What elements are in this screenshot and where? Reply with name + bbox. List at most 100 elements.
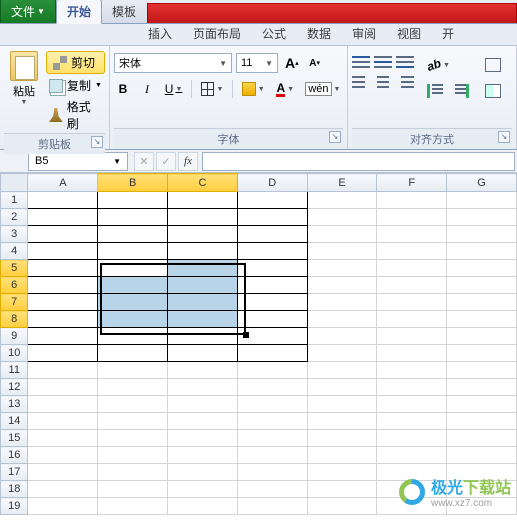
cell[interactable] [98,209,168,226]
tab-red-banner[interactable] [147,3,517,23]
cell[interactable] [307,277,377,294]
cell[interactable] [237,396,307,413]
align-bottom-button[interactable] [396,55,414,69]
cell[interactable] [377,192,447,209]
cell[interactable] [98,294,168,311]
cell[interactable] [168,379,238,396]
cell[interactable] [307,260,377,277]
col-header[interactable]: E [307,174,377,192]
row-header[interactable]: 15 [1,430,28,447]
cell[interactable] [447,243,517,260]
cell[interactable] [447,192,517,209]
cell[interactable] [447,447,517,464]
enter-fx-button[interactable]: ✓ [156,152,176,171]
cell[interactable] [168,430,238,447]
cell[interactable] [98,396,168,413]
align-left-button[interactable] [352,75,370,89]
underline-button[interactable]: U▼ [162,79,185,99]
spreadsheet-grid[interactable]: A B C D E F G 12345678910111213141516171… [0,173,517,515]
cell[interactable] [447,311,517,328]
font-color-button[interactable]: A▼ [274,79,297,99]
dialog-launcher-icon[interactable]: ↘ [91,136,103,148]
cell[interactable] [168,192,238,209]
font-name-combo[interactable]: 宋体 ▼ [114,53,232,73]
format-painter-button[interactable]: 格式刷 [46,97,105,133]
cell[interactable] [28,328,98,345]
cell[interactable] [377,345,447,362]
cell[interactable] [237,209,307,226]
cell[interactable] [237,464,307,481]
cell[interactable] [377,379,447,396]
row-header[interactable]: 3 [1,226,28,243]
cell[interactable] [237,260,307,277]
copy-button[interactable]: 复制 ▼ [46,76,105,95]
chevron-down-icon[interactable]: ▼ [6,99,42,106]
cell[interactable] [447,379,517,396]
cell[interactable] [28,345,98,362]
cell[interactable] [237,430,307,447]
cell[interactable] [377,430,447,447]
row-header[interactable]: 12 [1,379,28,396]
cell[interactable] [28,362,98,379]
cell[interactable] [28,209,98,226]
align-top-button[interactable] [352,55,370,69]
align-middle-button[interactable] [374,55,392,69]
cell[interactable] [98,345,168,362]
italic-button[interactable]: I [138,79,156,99]
decrease-indent-button[interactable] [424,81,446,101]
cell[interactable] [28,396,98,413]
font-size-combo[interactable]: 11 ▼ [236,53,278,73]
cell[interactable] [168,447,238,464]
cell[interactable] [168,226,238,243]
cell[interactable] [377,260,447,277]
phonetic-button[interactable]: wén▼ [303,79,343,99]
cell[interactable] [168,209,238,226]
cell[interactable] [98,362,168,379]
formula-input[interactable] [202,152,515,171]
cell[interactable] [98,413,168,430]
tab-more[interactable]: 开 [432,22,465,45]
cell[interactable] [237,243,307,260]
tab-insert[interactable]: 插入 [138,22,183,45]
cell[interactable] [237,345,307,362]
fill-color-button[interactable]: ▼ [239,79,267,99]
cell[interactable] [447,226,517,243]
row-header[interactable]: 16 [1,447,28,464]
cell[interactable] [237,328,307,345]
row-header[interactable]: 17 [1,464,28,481]
orientation-button[interactable]: ab▼ [424,55,453,75]
cell[interactable] [168,328,238,345]
col-header[interactable]: D [237,174,307,192]
dialog-launcher-icon[interactable]: ↘ [329,131,341,143]
cell[interactable] [237,362,307,379]
cell[interactable] [237,277,307,294]
cell[interactable] [237,192,307,209]
cell[interactable] [28,379,98,396]
cell[interactable] [237,311,307,328]
align-center-button[interactable] [374,75,392,89]
tab-review[interactable]: 审阅 [342,22,387,45]
row-header[interactable]: 18 [1,481,28,498]
row-header[interactable]: 2 [1,209,28,226]
cell[interactable] [168,277,238,294]
cell[interactable] [377,362,447,379]
paste-button[interactable]: 粘贴 ▼ [6,51,42,106]
cell[interactable] [168,396,238,413]
cell[interactable] [377,277,447,294]
cell[interactable] [98,328,168,345]
merge-button[interactable] [482,81,504,101]
row-header[interactable]: 7 [1,294,28,311]
cell[interactable] [307,209,377,226]
cell[interactable] [377,209,447,226]
cell[interactable] [28,243,98,260]
cell[interactable] [447,209,517,226]
row-header[interactable]: 1 [1,192,28,209]
col-header[interactable]: B [98,174,168,192]
cell[interactable] [307,311,377,328]
border-button[interactable]: ▼ [198,79,226,99]
cell[interactable] [28,260,98,277]
cell[interactable] [447,362,517,379]
cell[interactable] [377,328,447,345]
cell[interactable] [28,226,98,243]
cell[interactable] [237,379,307,396]
